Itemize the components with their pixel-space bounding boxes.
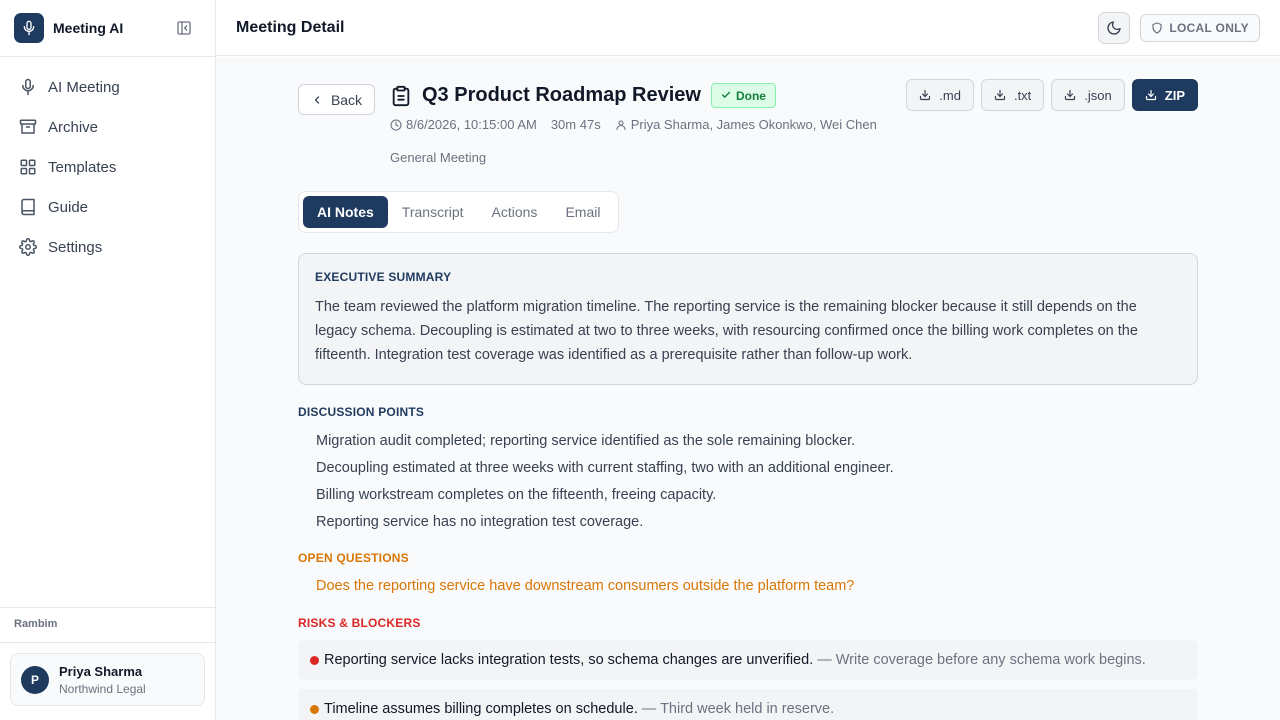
tab-transcript[interactable]: Transcript — [388, 196, 478, 228]
download-icon — [920, 89, 931, 101]
page-title: Meeting Detail — [236, 18, 345, 36]
discussion-heading: DISCUSSION POINTS — [298, 405, 425, 419]
meeting-tabs: AI Notes Transcript Actions Email — [298, 191, 620, 233]
sidebar-nav: AI Meeting Archive Templates Guide Setti… — [0, 56, 215, 267]
moon-icon — [1107, 20, 1121, 35]
severity-high-icon — [310, 655, 319, 665]
tab-email[interactable]: Email — [551, 196, 614, 228]
theme-toggle-button[interactable] — [1098, 11, 1131, 44]
top-bar: Meeting Detail LOCAL ONLY — [216, 0, 1280, 56]
shield-icon — [1152, 21, 1162, 34]
book-icon — [21, 198, 35, 216]
export-json-button[interactable]: .json — [1051, 79, 1125, 111]
local-only-badge: LOCAL ONLY — [1140, 13, 1260, 42]
sidebar-item-archive[interactable]: Archive — [0, 107, 215, 147]
export-json-label: .json — [1084, 87, 1112, 103]
datetime-text: 8/6/2026, 10:15:00 AM — [406, 117, 537, 132]
divider — [0, 642, 215, 643]
back-label: Back — [330, 91, 363, 108]
user-info: Priya Sharma Northwind Legal — [59, 664, 146, 696]
risks-heading: RISKS & BLOCKERS — [298, 616, 421, 630]
sidebar-item-ai-meeting[interactable]: AI Meeting — [0, 67, 215, 107]
user-org: Northwind Legal — [59, 681, 146, 696]
meeting-duration: 30m 47s — [550, 117, 601, 132]
local-only-label: LOCAL ONLY — [1169, 20, 1249, 35]
download-icon — [1145, 89, 1156, 101]
sidebar-item-settings[interactable]: Settings — [0, 227, 215, 267]
executive-summary-card: EXECUTIVE SUMMARY The team reviewed the … — [298, 253, 1198, 385]
check-icon — [721, 89, 731, 103]
risk-item: Timeline assumes billing completes on sc… — [298, 689, 1198, 720]
open-question-item: Does the reporting service have downstre… — [316, 578, 855, 594]
list-item: Decoupling estimated at three weeks with… — [316, 460, 894, 476]
status-label: Done — [735, 88, 766, 103]
sidebar-item-label: Guide — [48, 198, 89, 216]
download-icon — [1065, 89, 1076, 101]
brand: Meeting AI — [0, 0, 215, 56]
clock-icon — [390, 118, 402, 131]
user-icon — [616, 119, 626, 130]
risk-text: Reporting service lacks integration test… — [324, 652, 814, 668]
workspace-label: Rambim — [14, 618, 58, 630]
app-name: Meeting AI — [53, 20, 124, 36]
download-icon — [994, 89, 1006, 101]
user-name: Priya Sharma — [59, 663, 143, 679]
open-questions-heading: OPEN QUESTIONS — [298, 551, 409, 565]
user-profile-card[interactable]: P Priya Sharma Northwind Legal — [10, 653, 205, 706]
sidebar-item-label: Templates — [48, 158, 117, 176]
clipboard-icon — [392, 85, 410, 106]
meeting-participants: Priya Sharma, James Okonkwo, Wei Chen — [615, 117, 877, 132]
microphone-logo-icon — [14, 13, 44, 43]
severity-medium-icon — [310, 704, 319, 714]
summary-heading: EXECUTIVE SUMMARY — [315, 270, 452, 284]
microphone-icon — [22, 78, 34, 96]
sidebar-item-templates[interactable]: Templates — [0, 147, 215, 187]
back-button[interactable]: Back — [298, 84, 375, 115]
tab-ai-notes[interactable]: AI Notes — [303, 196, 388, 228]
tab-actions[interactable]: Actions — [478, 196, 552, 228]
sidebar: Meeting AI AI Meeting Archive Templates … — [0, 0, 216, 720]
risk-text: Timeline assumes billing completes on sc… — [324, 701, 638, 717]
list-item: Migration audit completed; reporting ser… — [316, 433, 856, 449]
gear-icon — [19, 238, 37, 256]
risk-item: Reporting service lacks integration test… — [298, 640, 1198, 680]
meeting-category: General Meeting — [390, 150, 487, 165]
list-item: Reporting service has no integration tes… — [316, 514, 644, 530]
status-badge: Done — [710, 83, 776, 108]
meeting-title-row: Q3 Product Roadmap Review Done — [390, 83, 776, 108]
chevron-left-icon — [314, 95, 320, 104]
main-content: Back Q3 Product Roadmap Review Done 8/6/… — [216, 57, 1280, 720]
sidebar-item-guide[interactable]: Guide — [0, 187, 215, 227]
archive-icon — [19, 119, 37, 134]
export-md-button[interactable]: .md — [906, 79, 974, 111]
export-txt-label: .txt — [1013, 87, 1032, 103]
divider — [0, 607, 215, 608]
avatar: P — [21, 665, 49, 694]
meeting-meta: 8/6/2026, 10:15:00 AM 30m 47s Priya Shar… — [390, 117, 877, 132]
export-md-label: .md — [939, 87, 961, 103]
sidebar-item-label: Settings — [48, 238, 103, 256]
discussion-list: Migration audit completed; reporting ser… — [316, 428, 894, 536]
summary-text: The team reviewed the platform migration… — [315, 299, 1138, 363]
export-buttons: .md .txt .json ZIP — [899, 79, 1198, 111]
sidebar-item-label: AI Meeting — [48, 78, 120, 96]
participants-text: Priya Sharma, James Okonkwo, Wei Chen — [630, 117, 877, 132]
risk-mitigation: — Third week held in reserve. — [641, 701, 835, 717]
meeting-title: Q3 Product Roadmap Review — [422, 84, 701, 106]
meeting-datetime: 8/6/2026, 10:15:00 AM — [390, 117, 537, 132]
sidebar-item-label: Archive — [48, 118, 99, 136]
export-zip-label: ZIP — [1164, 87, 1185, 103]
export-txt-button[interactable]: .txt — [980, 79, 1045, 111]
grid-icon — [20, 159, 36, 175]
risk-mitigation: — Write coverage before any schema work … — [817, 652, 1146, 668]
list-item: Billing workstream completes on the fift… — [316, 487, 717, 503]
collapse-sidebar-icon[interactable] — [175, 19, 193, 37]
export-zip-button[interactable]: ZIP — [1131, 79, 1198, 111]
